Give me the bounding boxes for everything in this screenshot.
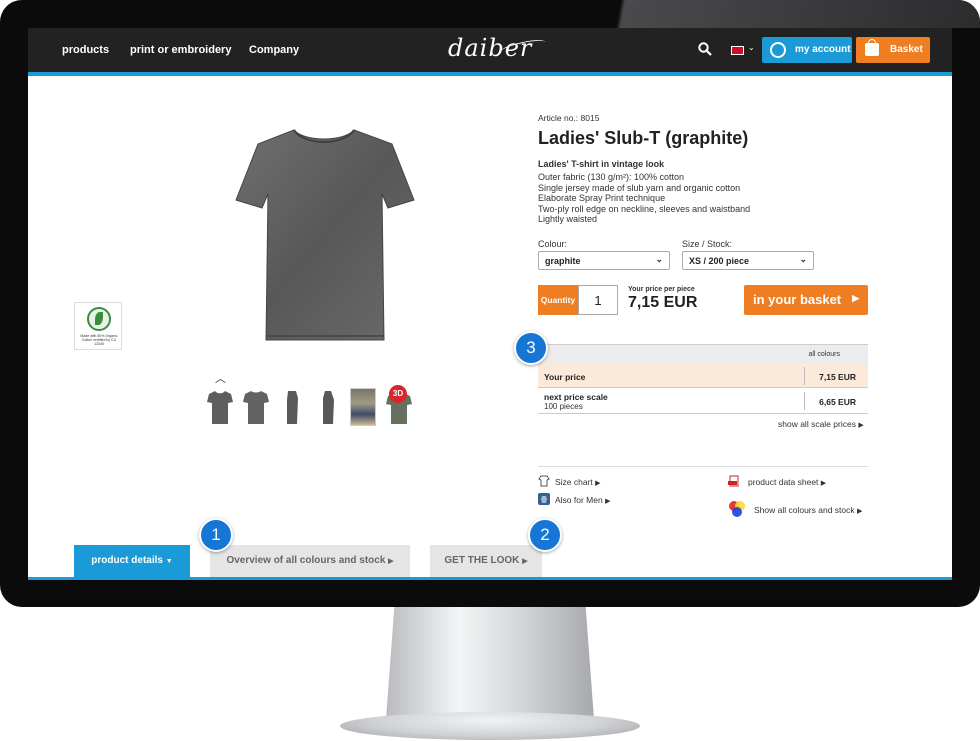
size-chart-link[interactable]: Size chart ▶ — [555, 477, 601, 487]
tab-product-details[interactable]: product details ▼ — [74, 545, 190, 577]
scale-link-label: show all scale prices — [778, 419, 856, 429]
price-row-label: next price scale — [544, 392, 608, 402]
language-flag-icon[interactable] — [731, 46, 744, 55]
thumbnail-model-photo[interactable] — [350, 388, 376, 426]
shopping-bag-icon — [865, 39, 879, 56]
add-to-basket-button[interactable]: in your basket ▶ — [744, 285, 868, 315]
tab-get-the-look[interactable]: GET THE LOOK ▶ — [430, 545, 542, 577]
tab-label: Overview of all colours and stock — [226, 555, 386, 566]
arrow-right-icon: ▶ — [522, 558, 528, 565]
arrow-right-icon: ▶ — [852, 293, 859, 303]
tab-label: GET THE LOOK — [444, 555, 520, 566]
basket-button[interactable]: Basket — [856, 37, 930, 63]
monitor-mockup: products print or embroidery Company dai… — [0, 0, 980, 741]
all-colours-label: all colours — [808, 351, 840, 358]
user-icon — [770, 42, 786, 58]
thumbnail-front[interactable] — [207, 388, 233, 426]
callout-marker-3: 3 — [514, 331, 548, 365]
price-row-value: 7,15 EUR — [819, 372, 856, 382]
chevron-down-icon: ⌄ — [655, 254, 663, 264]
size-value: XS / 200 piece — [689, 256, 750, 266]
my-account-button[interactable]: my account — [762, 37, 852, 63]
quantity-input[interactable] — [578, 285, 618, 315]
thumbnail-side[interactable] — [279, 388, 305, 426]
chevron-down-icon: ⌄ — [799, 254, 807, 264]
price-value: 7,15 EUR — [628, 294, 698, 311]
organic-cotton-badge: Made with 50% Organic Cotton certified b… — [74, 302, 122, 350]
also-for-men-link[interactable]: Also for Men ▶ — [555, 495, 610, 505]
header-accent-line — [28, 72, 952, 76]
chevron-down-icon: ▼ — [165, 558, 173, 565]
pdf-icon — [728, 475, 739, 487]
column-divider — [804, 392, 805, 410]
callout-marker-1: 1 — [199, 518, 233, 552]
monitor-stand-neck — [386, 607, 594, 719]
product-data-sheet-link[interactable]: product data sheet ▶ — [748, 477, 826, 487]
colour-value: graphite — [545, 256, 581, 266]
feature-line: Outer fabric (130 g/m²): 100% cotton — [538, 172, 685, 182]
arrow-right-icon: ▶ — [595, 480, 601, 487]
add-to-basket-label: in your basket — [753, 292, 842, 307]
price-scale-table: all colours Your price 7,15 EUR next pri… — [538, 344, 868, 414]
thumbnail-back[interactable] — [243, 388, 269, 426]
show-all-scale-prices-link[interactable]: show all scale prices ▶ — [778, 419, 864, 429]
chevron-down-icon[interactable]: ⌄ — [748, 43, 755, 52]
product-title: Ladies' Slub-T (graphite) — [538, 128, 749, 148]
nav-products[interactable]: products — [62, 44, 109, 56]
all-colours-link-label: Show all colours and stock — [754, 505, 855, 515]
price-per-piece-label: Your price per piece — [628, 286, 695, 293]
feature-line: Elaborate Spray Print technique — [538, 193, 666, 203]
table-row: next price scale 100 pieces 6,65 EUR — [538, 388, 868, 414]
chevron-up-icon[interactable]: ︿ — [215, 370, 226, 386]
arrow-right-icon: ▶ — [388, 558, 394, 565]
data-sheet-label: product data sheet — [748, 477, 819, 487]
arrow-right-icon: ▶ — [820, 480, 827, 487]
feature-line: Two-ply roll edge on neckline, sleeves a… — [538, 203, 751, 214]
size-select[interactable]: XS / 200 piece ⌄ — [682, 251, 814, 270]
nav-company[interactable]: Company — [249, 44, 299, 56]
article-number: Article no.: 8015 — [538, 113, 600, 123]
table-row: Your price 7,15 EUR — [538, 364, 868, 388]
thumbnail-side-2[interactable] — [315, 388, 341, 426]
my-account-label: my account — [795, 44, 851, 55]
tab-accent-line — [28, 577, 952, 580]
monitor-stand-foot — [340, 712, 640, 740]
price-row-sub: 100 pieces — [544, 402, 583, 411]
bezel-reflection — [530, 0, 980, 28]
column-divider — [804, 367, 805, 385]
price-row-label: Your price — [544, 372, 586, 382]
divider — [538, 466, 868, 467]
men-shirt-icon — [538, 493, 550, 505]
basket-label: Basket — [890, 44, 923, 55]
colour-circles-icon — [729, 501, 745, 517]
badge-text: Made with 50% Organic Cotton certified b… — [80, 334, 118, 346]
arrow-right-icon: ▶ — [605, 498, 611, 505]
product-image-tshirt[interactable] — [232, 128, 418, 343]
arrow-right-icon: ▶ — [857, 508, 863, 515]
callout-marker-2: 2 — [528, 518, 562, 552]
price-row-value: 6,65 EUR — [819, 397, 856, 407]
nav-print-embroidery[interactable]: print or embroidery — [130, 44, 231, 56]
size-label: Size / Stock: — [682, 239, 733, 249]
arrow-right-icon: ▶ — [858, 422, 864, 429]
product-subtitle: Ladies' T-shirt in vintage look — [538, 159, 665, 169]
search-icon[interactable] — [698, 42, 712, 56]
feature-line: Single jersey made of slub yarn and orga… — [538, 182, 741, 193]
feature-line: Lightly waisted — [538, 214, 598, 224]
show-all-colours-link[interactable]: Show all colours and stock ▶ — [754, 505, 862, 515]
webpage-screen: products print or embroidery Company dai… — [28, 28, 952, 580]
top-navigation-bar: products print or embroidery Company dai… — [28, 28, 952, 72]
size-chart-label: Size chart — [555, 477, 593, 487]
quantity-label: Quantity — [538, 285, 578, 315]
tab-label: product details — [91, 555, 163, 566]
3d-badge: 3D — [389, 385, 407, 403]
tab-overview-colours-stock[interactable]: Overview of all colours and stock ▶ — [210, 545, 410, 577]
also-for-men-label: Also for Men — [555, 495, 603, 505]
colour-select[interactable]: graphite ⌄ — [538, 251, 670, 270]
size-chart-icon — [538, 475, 550, 487]
price-table-header: all colours — [538, 344, 868, 364]
colour-label: Colour: — [538, 239, 568, 249]
